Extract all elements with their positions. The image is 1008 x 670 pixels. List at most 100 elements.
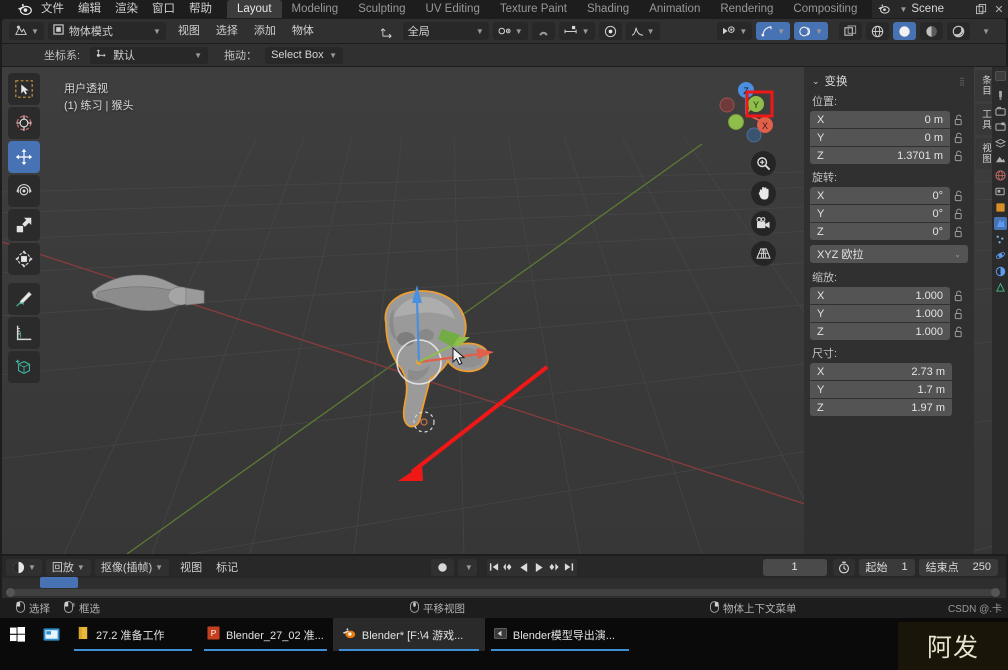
location-z-field[interactable]: Z 1.3701 m <box>810 147 950 164</box>
taskbar-item-folder[interactable]: 27.2 准备工作 <box>68 618 198 651</box>
start-frame-field[interactable]: 起始 1 <box>858 558 915 576</box>
scrollbar-handle-left[interactable] <box>6 588 15 597</box>
move-tool[interactable] <box>8 141 40 173</box>
data-props-icon[interactable] <box>994 281 1007 294</box>
shading-solid-icon[interactable] <box>893 22 917 40</box>
taskbar-item-media[interactable]: Blender模型导出演... <box>485 618 635 651</box>
unlocked-icon[interactable] <box>950 326 968 338</box>
jump-to-start-icon[interactable] <box>487 559 502 576</box>
close-icon[interactable]: ✕ <box>990 0 1008 18</box>
scale-row-z[interactable]: Z 1.000 <box>810 323 968 340</box>
annotate-tool[interactable] <box>8 283 40 315</box>
viewlayer-props-icon[interactable] <box>994 137 1007 150</box>
sidebar-tab-view[interactable]: 视图 <box>975 138 992 169</box>
viewport-menu-add[interactable]: 添加 <box>246 22 284 40</box>
unlocked-icon[interactable] <box>950 190 968 202</box>
unlocked-icon[interactable] <box>950 132 968 144</box>
workspace-tab-sculpting[interactable]: Sculpting <box>348 0 415 18</box>
menu-edit[interactable]: 编辑 <box>71 0 108 18</box>
gizmo-icon[interactable]: ▼ <box>756 22 791 40</box>
record-keying-icon[interactable] <box>430 558 454 576</box>
physics-props-icon[interactable] <box>994 249 1007 262</box>
pivot-point-button[interactable]: ▼ <box>492 22 528 40</box>
rotation-row-z[interactable]: Z 0° <box>810 223 968 240</box>
location-row-z[interactable]: Z 1.3701 m <box>810 147 968 164</box>
rotation-y-field[interactable]: Y 0° <box>810 205 950 222</box>
timeline-ruler[interactable] <box>2 577 1006 598</box>
timeline-menu-keying[interactable]: 抠像(插帧) ▼ <box>94 558 170 576</box>
scene-caret-icon[interactable]: ▼ <box>899 5 907 14</box>
unlocked-icon[interactable] <box>950 208 968 220</box>
current-frame-field[interactable]: 1 <box>762 558 827 576</box>
workspace-tab-modeling[interactable]: Modeling <box>282 0 349 18</box>
rotation-z-field[interactable]: Z 0° <box>810 223 950 240</box>
unlocked-icon[interactable] <box>950 226 968 238</box>
workspace-tab-layout[interactable]: Layout <box>227 0 282 18</box>
shading-wireframe-icon[interactable] <box>866 22 890 40</box>
workspace-tab-compositing[interactable]: Compositing <box>783 0 867 18</box>
rotation-row-y[interactable]: Y 0° <box>810 205 968 222</box>
location-row-y[interactable]: Y 0 m <box>810 129 968 146</box>
dimensions-row-x[interactable]: X 2.73 m <box>810 363 952 380</box>
transform-panel-header[interactable]: ⌄ 变换 ⣿ <box>804 73 974 89</box>
sidebar-tab-item[interactable]: 条目 <box>975 70 992 101</box>
viewport-menu-object[interactable]: 物体 <box>284 22 322 40</box>
shading-caret-icon[interactable]: ▼ <box>974 22 995 40</box>
proportional-editing-icon[interactable] <box>598 22 622 40</box>
menu-file[interactable]: 文件 <box>34 0 71 18</box>
duplicate-icon[interactable] <box>972 0 990 18</box>
record-keying-caret[interactable]: ▼ <box>457 558 477 576</box>
chevron-down-icon[interactable]: ⌄ <box>812 76 820 87</box>
xray-icon[interactable] <box>839 22 863 40</box>
editor-type-switch-icon[interactable] <box>994 69 1007 82</box>
scene-name[interactable]: Scene <box>907 3 972 15</box>
dimensions-y-field[interactable]: Y 1.7 m <box>810 381 952 398</box>
falloff-curve-icon[interactable]: ▼ <box>625 22 660 40</box>
constraints-props-icon[interactable] <box>994 265 1007 278</box>
timeline-editor-icon[interactable]: ▼ <box>6 558 42 576</box>
end-frame-field[interactable]: 结束点 250 <box>918 558 998 576</box>
scale-tool[interactable] <box>8 209 40 241</box>
play-reverse-icon[interactable] <box>517 559 532 576</box>
jump-to-end-icon[interactable] <box>562 559 577 576</box>
output-props-icon[interactable] <box>994 121 1007 134</box>
workspace-tab-uv-editing[interactable]: UV Editing <box>416 0 490 18</box>
workspace-tab-shading[interactable]: Shading <box>577 0 639 18</box>
taskbar-item-powerpoint[interactable]: P Blender_27_02 准... <box>198 618 333 651</box>
scene-icon[interactable] <box>872 0 896 18</box>
unlocked-icon[interactable] <box>950 308 968 320</box>
viewport-menu-view[interactable]: 视图 <box>170 22 208 40</box>
transform-tool[interactable] <box>8 243 40 275</box>
overlays-icon[interactable]: ▼ <box>794 22 829 40</box>
rotate-tool[interactable] <box>8 175 40 207</box>
visibility-icon[interactable]: ▼ <box>717 22 753 40</box>
play-icon[interactable] <box>532 559 547 576</box>
world-props-icon[interactable] <box>994 169 1007 182</box>
collection-props-icon[interactable] <box>994 185 1007 198</box>
menu-render[interactable]: 渲染 <box>108 0 145 18</box>
workspace-tab-texture-paint[interactable]: Texture Paint <box>490 0 577 18</box>
pan-hand-icon[interactable] <box>751 181 776 206</box>
editor-type-icon[interactable]: ▼ <box>9 22 44 40</box>
shading-rendered-icon[interactable] <box>947 22 971 40</box>
measure-tool[interactable] <box>8 317 40 349</box>
workspace-tab-rendering[interactable]: Rendering <box>710 0 783 18</box>
render-props-icon[interactable] <box>994 105 1007 118</box>
unlocked-icon[interactable] <box>950 150 968 162</box>
location-row-x[interactable]: X 0 m <box>810 111 968 128</box>
timeline-menu-view[interactable]: 视图 <box>173 559 209 575</box>
cursor-tool[interactable] <box>8 107 40 139</box>
rotation-x-field[interactable]: X 0° <box>810 187 950 204</box>
viewport-menu-select[interactable]: 选择 <box>208 22 246 40</box>
location-x-field[interactable]: X 0 m <box>810 111 950 128</box>
rotation-mode-dropdown[interactable]: XYZ 欧拉 ⌄ <box>810 245 968 263</box>
magnet-icon[interactable] <box>531 22 555 40</box>
perspective-grid-icon[interactable] <box>751 241 776 266</box>
playhead-marker[interactable] <box>40 577 78 588</box>
particles-props-icon[interactable] <box>994 233 1007 246</box>
drag-action-dropdown[interactable]: Select Box ▼ <box>265 46 344 64</box>
dimensions-z-field[interactable]: Z 1.97 m <box>810 399 952 416</box>
mode-selector[interactable]: 物体模式 ▼ <box>47 22 166 40</box>
camera-icon[interactable] <box>751 211 776 236</box>
scale-row-y[interactable]: Y 1.000 <box>810 305 968 322</box>
